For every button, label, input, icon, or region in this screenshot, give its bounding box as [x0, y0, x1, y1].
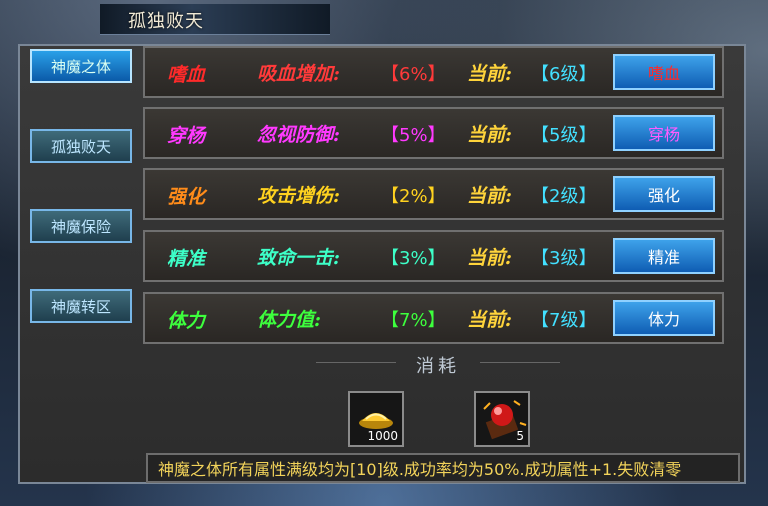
sidebar-item-shenmo-transfer[interactable]: 神魔转区: [30, 289, 132, 323]
attribute-desc: 忽视防御:: [257, 124, 341, 146]
current-label: 当前:: [467, 124, 513, 146]
current-label: 当前:: [467, 185, 513, 207]
attribute-name: 穿杨: [167, 125, 206, 147]
attribute-percent: 【2%】: [381, 186, 446, 207]
attribute-percent: 【7%】: [381, 310, 446, 331]
attribute-name: 精准: [167, 248, 206, 270]
upgrade-button[interactable]: 精准: [613, 238, 715, 274]
item-quantity: 1000: [367, 429, 398, 443]
notice-text: 神魔之体所有属性满级均为[10]级.成功率均为50%.成功属性+1.失败清零: [146, 453, 740, 483]
current-level: 【3级】: [531, 248, 597, 269]
current-label: 当前:: [467, 63, 513, 85]
sidebar-item-shenmo-insurance[interactable]: 神魔保险: [30, 209, 132, 243]
consume-label: 消耗: [416, 356, 460, 377]
attribute-name: 嗜血: [167, 64, 206, 86]
upgrade-button[interactable]: 嗜血: [613, 54, 715, 90]
attribute-row: 精准 致命一击: 【3%】 当前: 【3级】 精准: [143, 230, 724, 282]
attribute-name: 体力: [167, 310, 206, 332]
attribute-desc: 致命一击:: [257, 247, 341, 269]
attribute-percent: 【5%】: [381, 125, 446, 146]
attribute-row: 强化 攻击增伤: 【2%】 当前: 【2级】 强化: [143, 168, 724, 220]
attribute-name: 强化: [167, 186, 206, 208]
upgrade-button[interactable]: 穿杨: [613, 115, 715, 151]
attribute-percent: 【3%】: [381, 248, 446, 269]
upgrade-button[interactable]: 体力: [613, 300, 715, 336]
attribute-percent: 【6%】: [381, 64, 446, 85]
sidebar: 神魔之体 孤独败天 神魔保险 神魔转区: [22, 44, 140, 484]
sidebar-item-shenmo-body[interactable]: 神魔之体: [30, 49, 132, 83]
divider-right: [480, 362, 560, 363]
current-level: 【2级】: [531, 186, 597, 207]
current-level: 【5级】: [531, 125, 597, 146]
current-label: 当前:: [467, 309, 513, 331]
attribute-desc: 攻击增伤:: [257, 185, 341, 207]
item-quantity: 5: [516, 429, 524, 443]
attribute-desc: 体力值:: [257, 309, 322, 331]
upgrade-button[interactable]: 强化: [613, 176, 715, 212]
current-label: 当前:: [467, 247, 513, 269]
sidebar-item-dugu-baitian[interactable]: 孤独败天: [30, 129, 132, 163]
attribute-row: 穿杨 忽视防御: 【5%】 当前: 【5级】 穿杨: [143, 107, 724, 159]
divider-left: [316, 362, 396, 363]
consume-item-gold[interactable]: 1000: [348, 391, 404, 447]
window-title: 孤独败天: [128, 11, 204, 32]
attribute-row: 嗜血 吸血增加: 【6%】 当前: 【6级】 嗜血: [143, 46, 724, 98]
attribute-row: 体力 体力值: 【7%】 当前: 【7级】 体力: [143, 292, 724, 344]
current-level: 【6级】: [531, 64, 597, 85]
consume-item-gem[interactable]: 5: [474, 391, 530, 447]
current-level: 【7级】: [531, 310, 597, 331]
attribute-desc: 吸血增加:: [257, 63, 341, 85]
